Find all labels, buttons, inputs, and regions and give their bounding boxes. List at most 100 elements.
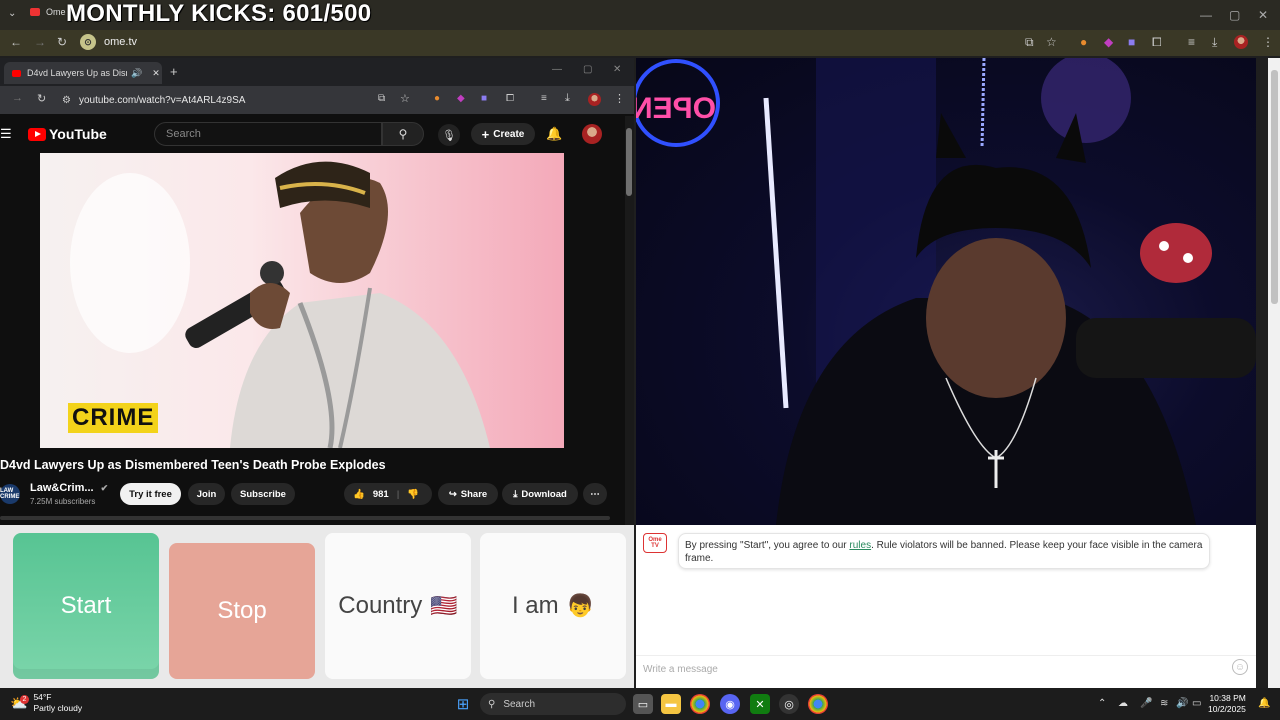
inner-extension-icon[interactable]: ●	[434, 93, 440, 104]
emoji-picker-icon[interactable]: ☺	[1232, 659, 1248, 675]
inner-extension-shield-icon[interactable]: ◆	[457, 93, 465, 104]
plus-icon: +	[481, 126, 490, 142]
system-clock[interactable]: 10:38 PM 10/2/2025	[1208, 693, 1246, 715]
obs-icon[interactable]: ◎	[779, 694, 799, 714]
gender-button[interactable]: I am 👦	[480, 533, 626, 679]
try-it-free-button[interactable]: Try it free	[120, 483, 181, 505]
horizontal-scrollbar[interactable]	[0, 516, 610, 520]
volume-icon[interactable]: 🔊	[1176, 698, 1188, 709]
youtube-search-input[interactable]: Search	[154, 122, 382, 146]
inner-maximize-icon[interactable]: ▢	[583, 64, 592, 75]
wifi-icon[interactable]: ≋	[1160, 698, 1168, 709]
share-button[interactable]: ↪ Share	[438, 483, 498, 505]
forward-icon[interactable]: →	[34, 35, 46, 49]
system-message-text: By pressing "Start", you agree to our	[685, 540, 850, 551]
inner-media-icon[interactable]: ≡	[541, 93, 547, 104]
create-button[interactable]: + Create	[471, 123, 535, 145]
inner-twitch-icon[interactable]: ■	[481, 93, 487, 104]
xbox-icon[interactable]: ✕	[750, 694, 770, 714]
tab-search-chevron-icon[interactable]: ⌄	[8, 8, 16, 19]
maximize-icon[interactable]: ▢	[1229, 8, 1240, 22]
battery-icon[interactable]: ▭	[1192, 698, 1201, 709]
channel-avatar[interactable]: LAW CRIME	[0, 484, 20, 504]
tab-close-icon[interactable]: ✕	[152, 68, 160, 79]
inner-tab-label: D4vd Lawyers Up as Disme	[27, 68, 127, 78]
windows-start-icon[interactable]: ⊞	[453, 694, 473, 714]
weather-description: Partly cloudy	[33, 703, 83, 713]
thumbnail-crime-badge: CRIME	[68, 403, 159, 433]
like-count[interactable]: 981	[373, 489, 389, 500]
tray-overflow-icon[interactable]: ⌃	[1098, 698, 1106, 709]
hamburger-menu-icon[interactable]: ☰	[0, 126, 12, 142]
extensions-puzzle-icon[interactable]: ⧠	[1152, 35, 1162, 50]
taskbar-search[interactable]: ⚲ Search	[480, 693, 626, 715]
outer-address-bar[interactable]: ⊙ ome.tv	[80, 32, 1010, 52]
profile-avatar[interactable]	[1234, 35, 1248, 49]
outer-tab-ome[interactable]: Ome	[30, 7, 66, 17]
inner-download-icon[interactable]: ⤓	[565, 92, 570, 105]
download-button[interactable]: ⤓ Download	[502, 483, 578, 505]
inner-url-text: youtube.com/watch?v=At4ARL4z9SA	[78, 94, 246, 106]
mic-tray-icon[interactable]: 🎤	[1140, 698, 1152, 709]
us-flag-icon: 🇺🇸	[430, 593, 458, 618]
task-view-icon[interactable]: ▭	[633, 694, 653, 714]
inner-profile-avatar[interactable]	[588, 93, 601, 106]
weather-widget[interactable]: ⛅ 2 54°F Partly cloudy	[10, 692, 82, 714]
site-info-icon[interactable]: ⊙	[80, 34, 96, 50]
cast-icon[interactable]: ⧉	[1025, 35, 1034, 50]
search-icon[interactable]: ⚲	[382, 122, 424, 146]
inner-bookmark-icon[interactable]: ☆	[400, 92, 410, 105]
minimize-icon[interactable]: —	[1200, 8, 1212, 22]
inner-close-icon[interactable]: ✕	[613, 64, 621, 75]
chrome-icon[interactable]	[690, 694, 710, 714]
notification-icon[interactable]: 🔔	[1258, 698, 1270, 709]
reload-icon[interactable]: ↻	[57, 35, 67, 49]
chat-message-input[interactable]: Write a message	[636, 655, 1256, 682]
inner-menu-icon[interactable]: ⋮	[614, 92, 625, 105]
inner-cast-icon[interactable]: ⧉	[378, 93, 385, 104]
download-icon[interactable]: ⤓	[1212, 35, 1217, 50]
inner-scroll-thumb[interactable]	[626, 128, 632, 196]
tune-icon[interactable]: ⚙	[62, 95, 71, 106]
thumbs-down-icon[interactable]: 👎	[407, 489, 419, 500]
onedrive-icon[interactable]: ☁	[1118, 698, 1128, 709]
inner-forward-icon[interactable]: →	[12, 92, 23, 104]
youtube-wordmark: YouTube	[49, 126, 107, 142]
media-control-icon[interactable]: ≡	[1188, 35, 1195, 49]
temperature: 54°F	[33, 692, 52, 702]
thumbs-up-icon[interactable]: 👍	[353, 489, 365, 500]
menu-kebab-icon[interactable]: ⋮	[1262, 35, 1274, 49]
chrome-alt-icon[interactable]	[808, 694, 828, 714]
youtube-avatar[interactable]	[582, 124, 602, 144]
start-button[interactable]: Start	[13, 533, 159, 679]
stop-button[interactable]: Stop	[169, 543, 315, 679]
twitch-extension-icon[interactable]: ■	[1128, 35, 1135, 49]
clock-time: 10:38 PM	[1209, 693, 1246, 703]
channel-name[interactable]: Law&Crim... ✔	[30, 482, 108, 494]
subscribe-button[interactable]: Subscribe	[231, 483, 295, 505]
extension-icon[interactable]: ●	[1080, 35, 1087, 49]
country-button[interactable]: Country 🇺🇸	[325, 533, 471, 679]
inner-address-bar[interactable]: ⚙ youtube.com/watch?v=At4ARL4z9SA	[62, 90, 378, 110]
extension-shield-icon[interactable]: ◆	[1104, 35, 1113, 49]
inner-reload-icon[interactable]: ↻	[37, 92, 46, 105]
youtube-logo[interactable]: YouTube	[28, 126, 107, 142]
page-scroll-thumb[interactable]	[1271, 70, 1278, 304]
file-explorer-icon[interactable]: ▬	[661, 694, 681, 714]
notifications-bell-icon[interactable]: 🔔	[546, 126, 562, 142]
rules-link[interactable]: rules	[849, 540, 871, 551]
more-actions-icon[interactable]: ⋯	[583, 483, 607, 505]
gender-label: I am	[511, 592, 559, 619]
inner-minimize-icon[interactable]: —	[552, 64, 562, 75]
join-button[interactable]: Join	[188, 483, 225, 505]
bookmark-star-icon[interactable]: ☆	[1046, 35, 1057, 49]
microphone-icon[interactable]: 🎙	[438, 124, 460, 146]
discord-icon[interactable]: ◉	[720, 694, 740, 714]
stranger-video-feed: OPEN	[636, 58, 1256, 525]
inner-tab-youtube[interactable]: D4vd Lawyers Up as Disme 🔊 ✕	[4, 62, 162, 84]
close-icon[interactable]: ✕	[1258, 8, 1268, 22]
download-label: Download	[521, 488, 567, 500]
inner-puzzle-icon[interactable]: ⧠	[506, 93, 514, 104]
back-icon[interactable]: ←	[10, 35, 22, 49]
new-tab-icon[interactable]: +	[170, 64, 178, 79]
